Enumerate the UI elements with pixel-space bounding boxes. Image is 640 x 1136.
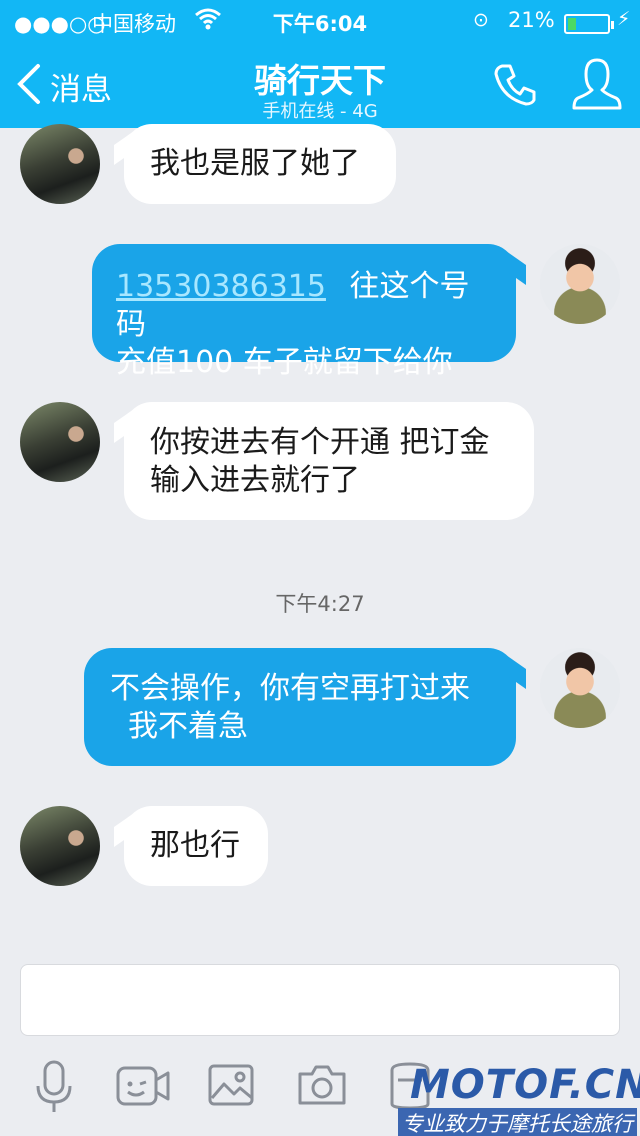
- battery-icon: [564, 14, 610, 34]
- message-text-line2: 充值100 车子就留下给你: [116, 345, 453, 380]
- message-bubble-incoming[interactable]: 你按进去有个开通 把订金 输入进去就行了: [114, 402, 534, 520]
- contact-avatar[interactable]: [20, 806, 100, 886]
- message-bubble-incoming[interactable]: 那也行: [114, 806, 268, 886]
- battery-percent: 21%: [508, 8, 555, 32]
- my-avatar[interactable]: [540, 648, 620, 728]
- watermark: MOTOF.CN 专业致力于摩托长途旅行: [394, 1062, 640, 1136]
- phone-call-button[interactable]: [492, 60, 540, 112]
- charging-icon: ⚡: [617, 8, 631, 30]
- video-icon[interactable]: [116, 1064, 172, 1112]
- message-text-line2: 我不着急: [128, 709, 248, 744]
- message-text-line2: 输入进去就行了: [150, 463, 360, 498]
- watermark-tagline: 专业致力于摩托长途旅行: [398, 1108, 637, 1136]
- rotation-lock-icon: ⊙: [473, 9, 489, 31]
- message-text-line1: 不会操作，你有空再打过来: [110, 671, 470, 706]
- contact-avatar[interactable]: [20, 402, 100, 482]
- phone-icon: [494, 64, 536, 106]
- status-bar: ●●●○○ 中国移动 下午6:04 ⊙ 21% ⚡: [0, 8, 640, 36]
- microphone-icon[interactable]: [34, 1060, 74, 1120]
- message-text: 那也行: [150, 828, 240, 863]
- chat-title: 骑行天下: [254, 61, 386, 100]
- battery-level: [568, 18, 576, 30]
- message-text-line1: 你按进去有个开通 把订金: [150, 425, 490, 460]
- message-text: 我也是服了她了: [150, 146, 360, 181]
- message-input[interactable]: [20, 964, 620, 1036]
- message-bubble-outgoing[interactable]: 不会操作，你有空再打过来 我不着急: [84, 648, 526, 766]
- message-bubble-incoming[interactable]: 我也是服了她了: [114, 124, 396, 204]
- message-bubble-outgoing[interactable]: 13530386315 往这个号码 充值100 车子就留下给你: [92, 244, 526, 380]
- time-separator: 下午4:27: [275, 592, 365, 616]
- person-icon: [572, 58, 622, 110]
- watermark-logo: MOTOF.CN: [410, 1062, 640, 1108]
- top-bar: ●●●○○ 中国移动 下午6:04 ⊙ 21% ⚡ 消息 骑行天下 手机在线 -…: [0, 0, 640, 128]
- profile-button[interactable]: [572, 56, 622, 116]
- my-avatar[interactable]: [540, 244, 620, 324]
- contact-avatar[interactable]: [20, 124, 100, 204]
- phone-number-link[interactable]: 13530386315: [116, 269, 326, 304]
- camera-icon[interactable]: [296, 1064, 348, 1110]
- chat-subtitle: 手机在线 - 4G: [262, 101, 378, 122]
- image-icon[interactable]: [208, 1064, 254, 1112]
